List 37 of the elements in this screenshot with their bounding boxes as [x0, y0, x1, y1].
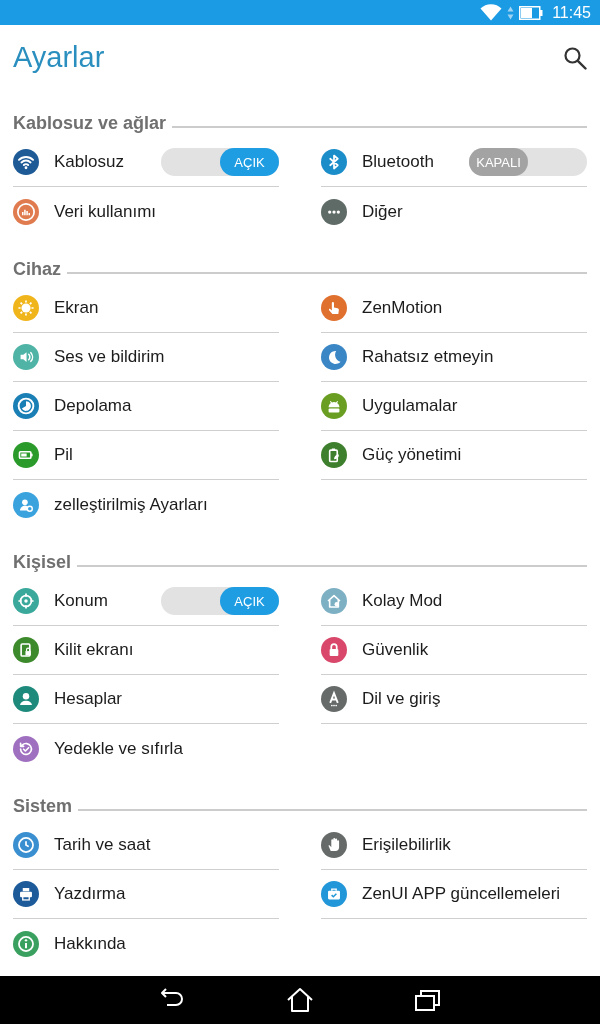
- setting-label[interactable]: Depolama: [54, 396, 132, 416]
- setting-label[interactable]: Kablosuz: [54, 152, 124, 172]
- setting-label[interactable]: Erişilebilirlik: [362, 835, 451, 855]
- section-title: Cihaz: [13, 258, 61, 280]
- setting-label[interactable]: Ses ve bildirim: [54, 347, 165, 367]
- section-title: Kablosuz ve ağlar: [13, 112, 167, 134]
- setting-label[interactable]: Tarih ve saat: [54, 835, 151, 855]
- setting-label[interactable]: Güvenlik: [362, 640, 429, 660]
- setting-label[interactable]: zelleştirilmiş Ayarları: [54, 494, 208, 515]
- setting-label[interactable]: Kolay Mod: [362, 591, 443, 611]
- data-arrows-icon: [507, 5, 515, 20]
- battery-icon: [519, 5, 544, 20]
- status-time: 11:45: [552, 3, 591, 22]
- section-title: Sistem: [13, 795, 73, 817]
- section-title: Kişisel: [13, 551, 72, 573]
- setting-label[interactable]: Yazdırma: [54, 884, 126, 904]
- setting-label[interactable]: Pil: [54, 445, 73, 465]
- recents-icon[interactable]: [414, 987, 442, 1013]
- home-icon[interactable]: [286, 987, 314, 1013]
- setting-label[interactable]: Rahatsız etmeyin: [362, 347, 494, 367]
- page-title: Ayarlar: [13, 41, 105, 74]
- setting-label[interactable]: ZenUI APP güncellemeleri: [362, 884, 561, 904]
- setting-label[interactable]: Yedekle ve sıfırla: [54, 738, 183, 759]
- setting-label[interactable]: Hesaplar: [54, 689, 123, 709]
- setting-label[interactable]: Veri kullanımı: [54, 201, 157, 222]
- setting-label[interactable]: Hakkında: [54, 933, 126, 954]
- setting-label[interactable]: Bluetooth: [362, 152, 434, 172]
- setting-label[interactable]: Konum: [54, 591, 108, 611]
- setting-label[interactable]: ZenMotion: [362, 298, 443, 318]
- setting-label[interactable]: Ekran: [54, 298, 99, 318]
- setting-label[interactable]: Kilit ekranı: [54, 640, 134, 660]
- search-icon[interactable]: [563, 45, 587, 70]
- setting-label[interactable]: Dil ve giriş: [362, 689, 441, 709]
- wifi-signal-icon: [480, 4, 503, 21]
- setting-label[interactable]: Uygulamalar: [362, 396, 458, 416]
- setting-label[interactable]: Güç yönetimi: [362, 445, 462, 465]
- setting-label[interactable]: Diğer: [362, 201, 403, 222]
